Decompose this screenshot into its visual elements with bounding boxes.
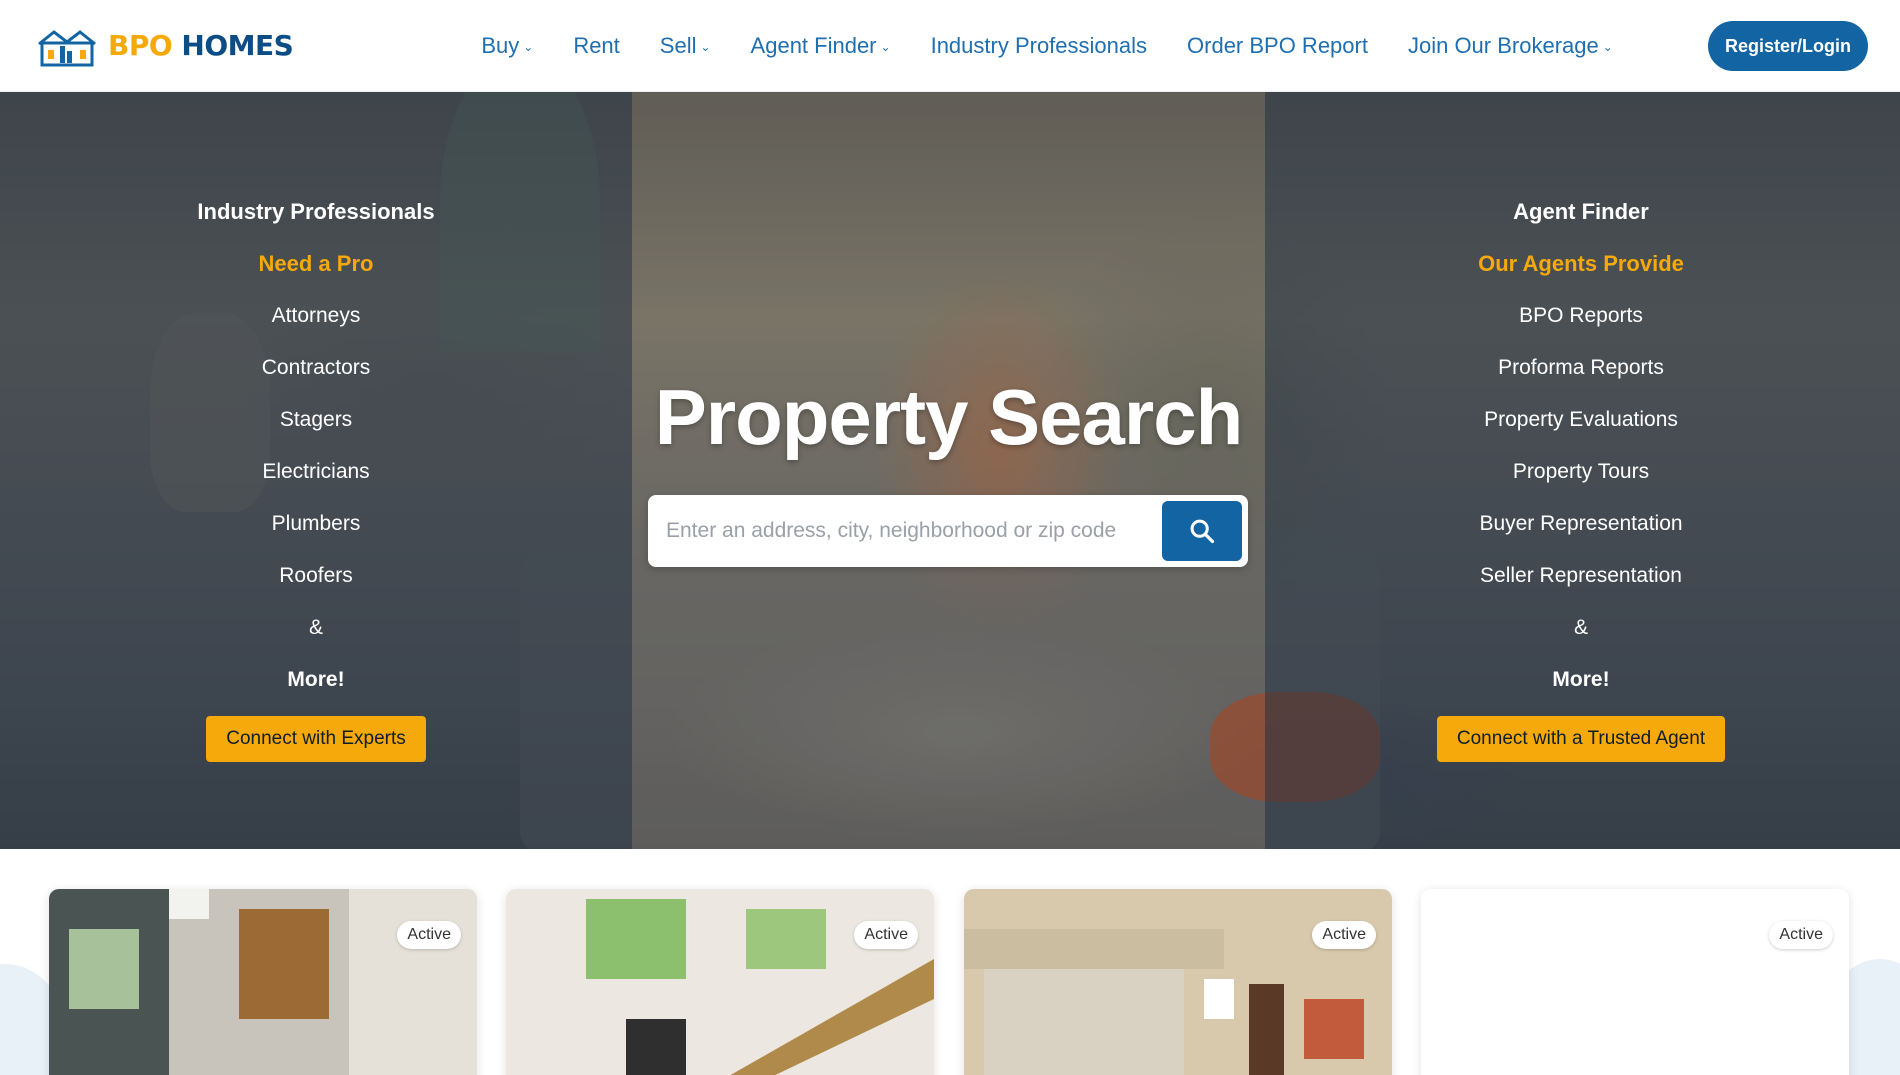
connect-with-experts-button[interactable]: Connect with Experts xyxy=(206,716,426,762)
our-agents-provide-subheading: Our Agents Provide xyxy=(1478,251,1684,276)
nav-join-brokerage[interactable]: Join Our Brokerage ⌄ xyxy=(1388,33,1633,59)
nav-agent-finder[interactable]: Agent Finder ⌄ xyxy=(731,33,911,59)
agent-item-property-tours[interactable]: Property Tours xyxy=(1513,446,1649,498)
top-navbar: BPO HOMES Buy ⌄ Rent Sell ⌄ Agent Finder… xyxy=(0,0,1900,92)
search-button[interactable] xyxy=(1162,501,1242,561)
listing-card[interactable]: Active xyxy=(506,889,934,1075)
register-login-button[interactable]: Register/Login xyxy=(1708,21,1868,71)
pro-item-contractors[interactable]: Contractors xyxy=(262,342,371,394)
chevron-down-icon: ⌄ xyxy=(700,39,711,54)
pro-item-ampersand: & xyxy=(308,616,323,639)
pro-item-plumbers[interactable]: Plumbers xyxy=(272,498,361,550)
nav-sell-label: Sell xyxy=(659,32,697,58)
agent-item-buyer-representation[interactable]: Buyer Representation xyxy=(1479,498,1682,550)
nav-rent-label: Rent xyxy=(573,32,620,58)
brand-name-part1: BPO xyxy=(108,29,173,62)
agent-item-property-evaluations[interactable]: Property Evaluations xyxy=(1484,394,1678,446)
search-icon xyxy=(1190,519,1215,544)
agent-finder-heading: Agent Finder xyxy=(1513,199,1649,224)
agent-item-ampersand: & xyxy=(1573,616,1588,639)
nav-join-brokerage-label: Join Our Brokerage xyxy=(1407,32,1599,58)
hero-section: Industry Professionals Need a Pro Attorn… xyxy=(0,92,1900,849)
nav-industry-professionals[interactable]: Industry Professionals xyxy=(911,33,1167,59)
listing-photo xyxy=(506,889,934,1075)
nav-sell[interactable]: Sell ⌄ xyxy=(640,33,731,59)
nav-buy-label: Buy xyxy=(481,32,520,58)
agent-item-proforma-reports[interactable]: Proforma Reports xyxy=(1498,342,1664,394)
nav-rent[interactable]: Rent xyxy=(553,33,639,59)
pro-item-attorneys[interactable]: Attorneys xyxy=(272,290,361,342)
connect-with-trusted-agent-button[interactable]: Connect with a Trusted Agent xyxy=(1436,716,1726,762)
property-search-title: Property Search xyxy=(654,373,1244,461)
pro-item-roofers[interactable]: Roofers xyxy=(279,550,353,602)
nav-order-bpo-report-label: Order BPO Report xyxy=(1187,32,1368,58)
house-logo-icon xyxy=(38,29,96,66)
nav-buy[interactable]: Buy ⌄ xyxy=(461,33,553,59)
industry-professionals-column: Industry Professionals Need a Pro Attorn… xyxy=(0,186,632,762)
listing-photo-placeholder xyxy=(1421,889,1849,1075)
pro-item-stagers[interactable]: Stagers xyxy=(280,394,352,446)
pro-item-electricians[interactable]: Electricians xyxy=(262,446,369,498)
listing-status-badge: Active xyxy=(1769,921,1833,949)
chevron-down-icon: ⌄ xyxy=(880,39,891,54)
property-search-bar xyxy=(648,495,1248,567)
listing-photo xyxy=(964,889,1392,1075)
listing-card[interactable]: Active xyxy=(964,889,1392,1075)
listing-card[interactable]: Active xyxy=(1421,889,1849,1075)
agent-finder-column: Agent Finder Our Agents Provide BPO Repo… xyxy=(1265,186,1897,762)
listing-photo xyxy=(49,889,477,1075)
main-nav: Buy ⌄ Rent Sell ⌄ Agent Finder ⌄ Industr… xyxy=(461,33,1632,59)
listing-card[interactable]: Active xyxy=(49,889,477,1075)
chevron-down-icon: ⌄ xyxy=(523,39,534,54)
industry-professionals-heading: Industry Professionals xyxy=(197,199,435,224)
listing-status-badge: Active xyxy=(1312,921,1376,949)
chevron-down-icon: ⌄ xyxy=(1602,39,1613,54)
listing-status-badge: Active xyxy=(854,921,918,949)
nav-order-bpo-report[interactable]: Order BPO Report xyxy=(1167,33,1388,59)
listings-section: Active Active Active Active xyxy=(0,849,1900,1075)
brand-name-part2: HOMES xyxy=(181,29,294,62)
agent-item-seller-representation[interactable]: Seller Representation xyxy=(1480,550,1682,602)
property-search-input[interactable] xyxy=(666,519,1146,543)
brand-logo[interactable]: BPO HOMES xyxy=(36,24,294,68)
nav-industry-professionals-label: Industry Professionals xyxy=(930,32,1148,58)
nav-agent-finder-label: Agent Finder xyxy=(750,32,877,58)
hero-center-shade xyxy=(632,92,1265,849)
agent-item-more: More! xyxy=(1552,668,1610,691)
agent-item-bpo-reports[interactable]: BPO Reports xyxy=(1519,290,1643,342)
listing-status-badge: Active xyxy=(397,921,461,949)
pro-item-more: More! xyxy=(287,668,345,691)
need-a-pro-subheading: Need a Pro xyxy=(258,251,374,276)
brand-name: BPO HOMES xyxy=(108,29,294,62)
